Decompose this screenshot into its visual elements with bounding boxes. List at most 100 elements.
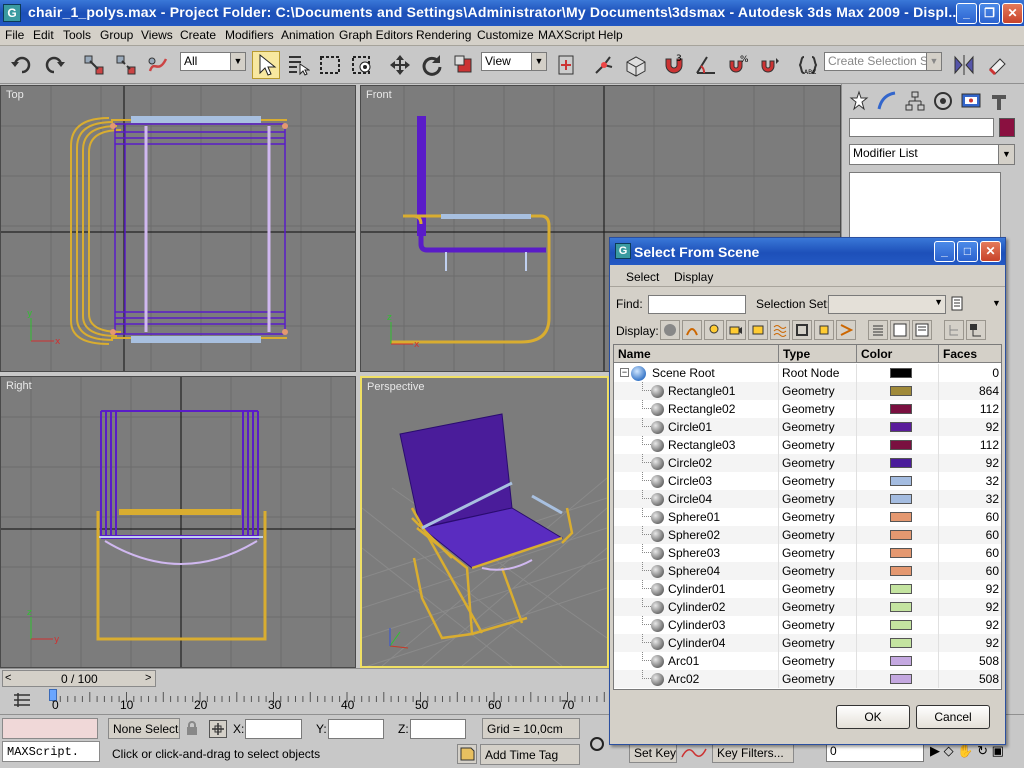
dialog-menu-select[interactable]: Select	[626, 270, 659, 284]
column-header-name[interactable]: Name	[614, 345, 779, 363]
track-bar[interactable]: 0 10 20 30 40 50 60 70	[0, 687, 609, 714]
select-and-link-icon[interactable]	[80, 51, 108, 79]
maxscript-listener-top[interactable]	[2, 718, 98, 739]
table-row[interactable]: Rectangle01 Geometry 864	[614, 382, 1001, 400]
display-all-icon[interactable]	[868, 320, 888, 340]
undo-icon[interactable]	[8, 51, 36, 79]
table-row[interactable]: − Scene Root Root Node 0	[614, 364, 1001, 382]
mirror-icon[interactable]	[950, 51, 978, 79]
display-shapes-icon[interactable]	[682, 320, 702, 340]
animation-mode-icon[interactable]	[590, 737, 604, 751]
lock-icon[interactable]	[186, 721, 198, 735]
maximize-button[interactable]: ❐	[979, 3, 1000, 24]
edit-named-selection-icon[interactable]: ABC	[794, 51, 822, 79]
key-filters-button[interactable]: Key Filters...	[712, 742, 794, 763]
table-row[interactable]: Rectangle03 Geometry 112	[614, 436, 1001, 454]
align-icon[interactable]	[984, 51, 1012, 79]
redo-icon[interactable]	[40, 51, 68, 79]
display-groups-icon[interactable]	[792, 320, 812, 340]
snaps-toggle-icon[interactable]: 3	[660, 51, 688, 79]
rotate-icon[interactable]	[418, 51, 446, 79]
display-cameras-icon[interactable]	[726, 320, 746, 340]
app-logo-icon[interactable]: G	[3, 4, 21, 22]
dialog-maximize-button[interactable]: □	[957, 241, 978, 262]
maximize-viewport-icon[interactable]: ▣	[992, 743, 1004, 758]
selection-set-options-icon[interactable]	[950, 295, 972, 314]
display-space-warps-icon[interactable]	[770, 320, 790, 340]
display-none-icon[interactable]	[890, 320, 910, 340]
key-mode-icon[interactable]	[680, 743, 708, 763]
display-geometry-icon[interactable]	[660, 320, 680, 340]
table-row[interactable]: Arc01 Geometry 508	[614, 652, 1001, 670]
table-row[interactable]: Circle01 Geometry 92	[614, 418, 1001, 436]
set-key-button[interactable]: Set Key	[629, 742, 677, 763]
dialog-menu-display[interactable]: Display	[674, 270, 713, 284]
table-row[interactable]: Sphere01 Geometry 60	[614, 508, 1001, 526]
menu-modifiers[interactable]: Modifiers	[225, 28, 274, 42]
table-row[interactable]: Circle03 Geometry 32	[614, 472, 1001, 490]
display-influences-icon[interactable]	[966, 320, 986, 340]
minimize-button[interactable]: _	[956, 3, 977, 24]
column-header-color[interactable]: Color	[857, 345, 939, 363]
utilities-tab-icon[interactable]	[986, 88, 1012, 114]
y-coordinate-field[interactable]	[328, 719, 384, 739]
window-crossing-icon[interactable]	[348, 51, 376, 79]
table-row[interactable]: Cylinder01 Geometry 92	[614, 580, 1001, 598]
selection-filter-dropdown[interactable]: All ▼	[180, 52, 246, 71]
object-name-field[interactable]	[849, 118, 994, 137]
table-row[interactable]: Rectangle02 Geometry 112	[614, 400, 1001, 418]
table-row[interactable]: Sphere04 Geometry 60	[614, 562, 1001, 580]
close-button[interactable]: ✕	[1002, 3, 1023, 24]
object-color-swatch[interactable]	[999, 118, 1015, 137]
modifier-list-dropdown[interactable]: Modifier List ▼	[849, 144, 1015, 165]
table-row[interactable]: Circle04 Geometry 32	[614, 490, 1001, 508]
table-row[interactable]: Cylinder02 Geometry 92	[614, 598, 1001, 616]
bind-to-space-warp-icon[interactable]	[144, 51, 172, 79]
find-input[interactable]	[648, 295, 746, 314]
percent-snap-icon[interactable]: %	[724, 51, 752, 79]
viewport-label-right[interactable]: Right	[6, 380, 32, 392]
column-header-type[interactable]: Type	[779, 345, 857, 363]
viewport-right[interactable]: z y Right	[0, 376, 356, 668]
viewport-perspective[interactable]: Perspective	[360, 376, 609, 668]
menu-group[interactable]: Group	[100, 28, 133, 42]
select-and-manipulate-icon[interactable]	[590, 51, 618, 79]
track-bar-icon[interactable]	[12, 691, 32, 709]
menu-help[interactable]: Help	[598, 28, 623, 42]
display-invert-icon[interactable]	[912, 320, 932, 340]
ok-button[interactable]: OK	[836, 705, 910, 729]
table-row[interactable]: Sphere03 Geometry 60	[614, 544, 1001, 562]
dialog-minimize-button[interactable]: _	[934, 241, 955, 262]
unlink-selection-icon[interactable]	[112, 51, 140, 79]
menu-views[interactable]: Views	[141, 28, 173, 42]
hierarchy-tab-icon[interactable]	[902, 88, 928, 114]
menu-edit[interactable]: Edit	[33, 28, 54, 42]
current-frame-field[interactable]: 0	[826, 742, 924, 762]
orbit-icon[interactable]: ↻	[977, 743, 988, 758]
selection-set-dropdown[interactable]: ▼	[828, 295, 946, 314]
select-object-icon[interactable]	[252, 51, 280, 79]
cancel-button[interactable]: Cancel	[916, 705, 990, 729]
column-header-faces[interactable]: Faces	[939, 345, 1001, 363]
maxscript-listener[interactable]: MAXScript.	[2, 741, 100, 762]
display-children-icon[interactable]	[944, 320, 964, 340]
add-time-tag-button[interactable]: Add Time Tag	[480, 744, 580, 765]
table-row[interactable]: Arc02 Geometry 508	[614, 670, 1001, 688]
x-coordinate-field[interactable]	[245, 719, 302, 739]
modifier-stack[interactable]	[849, 172, 1001, 242]
menu-rendering[interactable]: Rendering	[416, 28, 471, 42]
chevron-down-icon[interactable]: ▼	[992, 298, 1001, 308]
menu-graph-editors[interactable]: Graph Editors	[339, 28, 413, 42]
spinner-snap-icon[interactable]	[756, 51, 784, 79]
collapse-icon[interactable]: −	[620, 368, 629, 377]
prev-frame-button[interactable]: <	[5, 672, 15, 684]
viewport-label-top[interactable]: Top	[6, 89, 24, 101]
viewport-top[interactable]: y x Top	[0, 85, 356, 372]
select-by-name-icon[interactable]	[284, 51, 312, 79]
menu-file[interactable]: File	[5, 28, 24, 42]
modify-tab-icon[interactable]	[874, 88, 900, 114]
display-bones-icon[interactable]	[836, 320, 856, 340]
viewport-label-perspective[interactable]: Perspective	[367, 381, 424, 393]
menu-tools[interactable]: Tools	[63, 28, 91, 42]
pivot-center-icon[interactable]	[552, 51, 580, 79]
